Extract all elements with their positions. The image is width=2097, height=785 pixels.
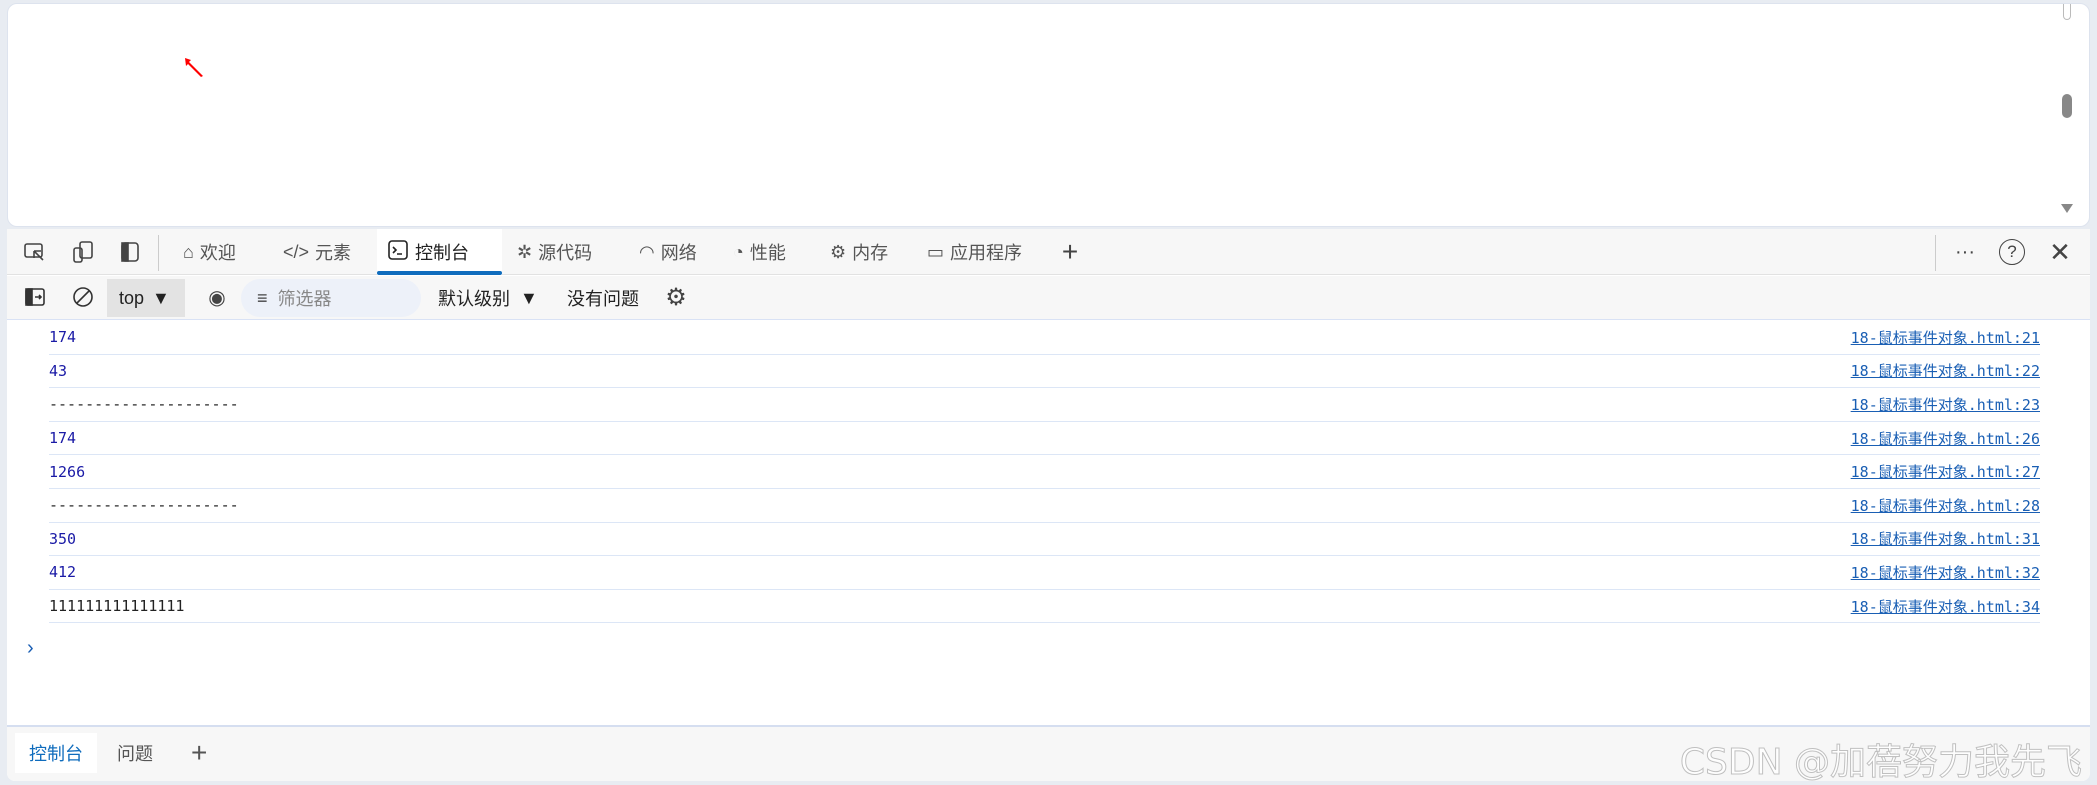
console-message-row: 412 18-鼠标事件对象.html:32 <box>49 556 2040 590</box>
message-value: 174 <box>49 429 77 448</box>
clear-console-icon[interactable] <box>70 284 96 310</box>
page-scrollbar[interactable] <box>2059 4 2075 228</box>
page-viewport <box>7 3 2090 227</box>
source-link[interactable]: 18-鼠标事件对象.html:28 <box>1851 495 2040 516</box>
source-link[interactable]: 18-鼠标事件对象.html:23 <box>1851 394 2040 415</box>
home-icon: ⌂ <box>183 241 194 262</box>
source-link[interactable]: 18-鼠标事件对象.html:31 <box>1851 528 2040 549</box>
filter-input[interactable]: ≡ 筛选器 <box>241 279 421 317</box>
message-value: 412 <box>49 563 77 582</box>
console-message-row: 174 18-鼠标事件对象.html:21 <box>49 321 2040 355</box>
source-link[interactable]: 18-鼠标事件对象.html:27 <box>1851 461 2040 482</box>
inspect-element-icon[interactable] <box>22 239 48 265</box>
divider <box>158 235 159 271</box>
message-value: 43 <box>49 361 68 380</box>
source-link[interactable]: 18-鼠标事件对象.html:21 <box>1851 327 2040 348</box>
console-prompt[interactable]: › <box>27 637 34 660</box>
caret-down-icon: ▼ <box>152 287 170 308</box>
console-message-row: --------------------- 18-鼠标事件对象.html:23 <box>49 388 2040 422</box>
show-sidebar-icon[interactable] <box>22 284 48 310</box>
more-options-icon[interactable]: ··· <box>1952 239 1978 265</box>
bug-icon: ✲ <box>517 241 533 262</box>
tab-application[interactable]: ▭ 应用程序 <box>917 229 1032 275</box>
live-expression-eye-icon[interactable]: ◉ <box>204 284 230 310</box>
message-value: 1266 <box>49 462 86 481</box>
tab-console[interactable]: 控制台 <box>377 229 502 275</box>
message-value: --------------------- <box>49 395 239 414</box>
watermark: CSDN @加蓓努力我先飞 <box>1679 742 2082 784</box>
source-link[interactable]: 18-鼠标事件对象.html:26 <box>1851 428 2040 449</box>
console-message-row: --------------------- 18-鼠标事件对象.html:28 <box>49 489 2040 523</box>
source-link[interactable]: 18-鼠标事件对象.html:22 <box>1851 360 2040 381</box>
tab-network[interactable]: ◠ 网络 <box>629 229 707 275</box>
console-message-row: 174 18-鼠标事件对象.html:26 <box>49 422 2040 456</box>
close-devtools-icon[interactable]: ✕ <box>2047 237 2073 267</box>
console-settings-gear-icon[interactable]: ⚙ <box>663 284 689 311</box>
drawer-tab-issues[interactable]: 问题 <box>103 733 167 773</box>
gauge-icon: ◔ <box>733 241 744 262</box>
message-value: 111111111111111 <box>49 597 185 616</box>
console-icon <box>387 239 409 266</box>
source-link[interactable]: 18-鼠标事件对象.html:34 <box>1851 596 2040 617</box>
wifi-icon: ◠ <box>639 241 655 262</box>
tab-welcome[interactable]: ⌂ 欢迎 <box>173 229 246 275</box>
device-emulation-icon[interactable] <box>70 239 96 265</box>
console-log: 174 18-鼠标事件对象.html:21 43 18-鼠标事件对象.html:22 -… <box>7 321 2090 624</box>
issues-button[interactable]: 没有问题 <box>567 284 639 312</box>
log-level-dropdown[interactable]: 默认级别 ▼ <box>438 284 538 312</box>
dock-sidebar-icon[interactable] <box>117 239 143 265</box>
source-link[interactable]: 18-鼠标事件对象.html:32 <box>1851 562 2040 583</box>
console-message-row: 111111111111111 18-鼠标事件对象.html:34 <box>49 590 2040 624</box>
add-tab-icon[interactable]: + <box>1057 236 1083 267</box>
message-value: 350 <box>49 529 77 548</box>
filter-icon: ≡ <box>257 287 268 308</box>
drawer-add-tab-icon[interactable]: + <box>177 733 221 773</box>
code-icon: </> <box>283 241 310 262</box>
console-message-row: 43 18-鼠标事件对象.html:22 <box>49 355 2040 389</box>
console-toolbar: top ▼ ◉ ≡ 筛选器 默认级别 ▼ 没有问题 ⚙ <box>7 276 2090 320</box>
message-value: --------------------- <box>49 496 239 515</box>
tab-elements[interactable]: </> 元素 <box>273 229 361 275</box>
context-selector[interactable]: top ▼ <box>107 279 185 317</box>
console-message-row: 1266 18-鼠标事件对象.html:27 <box>49 455 2040 489</box>
drawer-tab-console[interactable]: 控制台 <box>15 733 97 773</box>
devtools-panel: ⌂ 欢迎 </> 元素 控制台 ✲ 源代码 ◠ 网络 ◔ 性能 ⚙ 内存 ▭ 应用程序 + ·… <box>7 229 2090 784</box>
window-icon: ▭ <box>927 241 945 262</box>
devtools-tabbar: ⌂ 欢迎 </> 元素 控制台 ✲ 源代码 ◠ 网络 ◔ 性能 ⚙ 内存 ▭ 应用程序 + ·… <box>7 229 2090 275</box>
message-value: 174 <box>49 328 77 347</box>
tab-performance[interactable]: ◔ 性能 <box>723 229 796 275</box>
tab-memory[interactable]: ⚙ 内存 <box>820 229 898 275</box>
chip-icon: ⚙ <box>830 241 847 262</box>
bottom-drawer: 控制台 问题 + CSDN @加蓓努力我先飞 <box>7 725 2090 784</box>
help-icon[interactable]: ? <box>1999 239 2025 265</box>
tab-sources[interactable]: ✲ 源代码 <box>507 229 602 275</box>
divider <box>1935 235 1936 271</box>
mouse-cursor-arrow-icon <box>185 58 203 77</box>
caret-down-icon: ▼ <box>520 287 538 308</box>
console-message-row: 350 18-鼠标事件对象.html:31 <box>49 523 2040 557</box>
